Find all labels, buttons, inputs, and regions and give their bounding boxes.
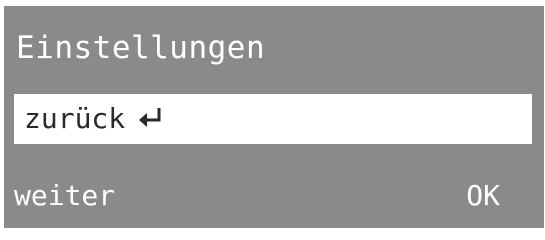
page-title: Einstellungen [16,30,266,66]
settings-display: Einstellungen zurück weiter OK [4,6,544,228]
ok-softkey[interactable]: OK [466,178,500,214]
menu-item-label: zurück [24,102,126,135]
next-softkey[interactable]: weiter [14,178,115,214]
return-arrow-icon [137,101,167,137]
menu-item-back[interactable]: zurück [14,94,532,144]
